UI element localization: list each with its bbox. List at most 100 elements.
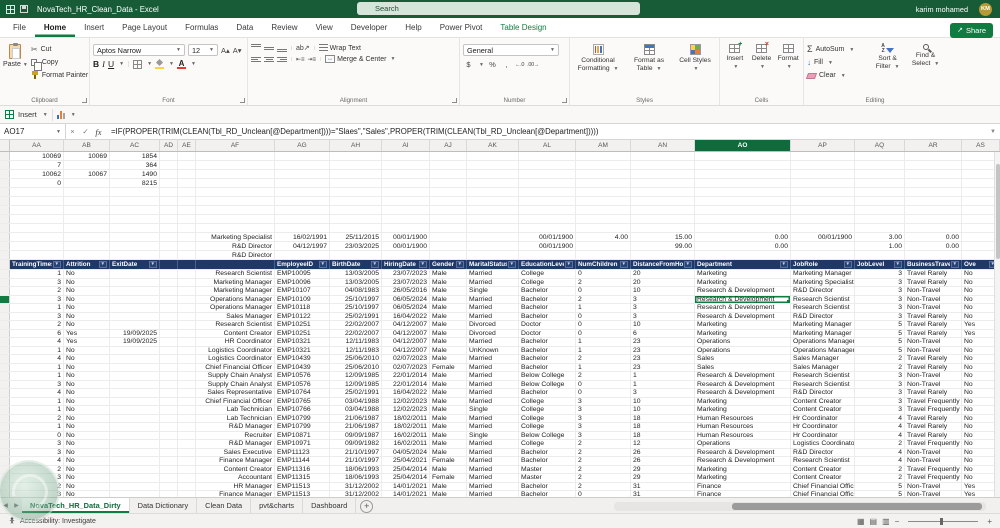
- align-left-icon[interactable]: [251, 55, 261, 63]
- ribbon-tab-insert[interactable]: Insert: [75, 18, 113, 37]
- cell[interactable]: Bachelor: [519, 364, 576, 372]
- filter-icon[interactable]: ▼: [419, 261, 427, 268]
- cell[interactable]: 21/06/1987: [330, 415, 382, 423]
- cell[interactable]: [576, 242, 631, 250]
- dialog-launcher-icon[interactable]: [82, 98, 87, 103]
- cell[interactable]: [467, 170, 519, 178]
- cell[interactable]: Marketing Manager: [196, 287, 275, 295]
- row-header[interactable]: [0, 152, 10, 160]
- cell[interactable]: [110, 415, 160, 423]
- cell[interactable]: 21/06/1987: [330, 423, 382, 431]
- cell[interactable]: [905, 152, 962, 160]
- cell[interactable]: [196, 170, 275, 178]
- cell[interactable]: [430, 179, 467, 187]
- cell[interactable]: [791, 170, 855, 178]
- cell[interactable]: 25/11/2015: [330, 233, 382, 241]
- row-header[interactable]: [0, 466, 10, 474]
- cell[interactable]: [64, 233, 110, 241]
- row-header[interactable]: [0, 260, 10, 269]
- cell[interactable]: [64, 224, 110, 232]
- cell[interactable]: Operations Manager: [196, 296, 275, 304]
- cell[interactable]: 31: [631, 483, 695, 491]
- cell[interactable]: [160, 449, 178, 457]
- cell[interactable]: 10: [631, 321, 695, 329]
- cell[interactable]: [178, 449, 196, 457]
- cell[interactable]: Research & Development: [695, 287, 791, 295]
- cell[interactable]: 1: [631, 372, 695, 380]
- cell[interactable]: Research & Development: [695, 449, 791, 457]
- cell[interactable]: Male: [430, 432, 467, 440]
- cell[interactable]: [178, 398, 196, 406]
- cell[interactable]: 0: [10, 432, 64, 440]
- cell[interactable]: 14/01/2021: [382, 483, 430, 491]
- chart-icon[interactable]: [57, 110, 65, 119]
- cell[interactable]: 2: [10, 287, 64, 295]
- qat-insert-button[interactable]: Insert: [18, 110, 37, 119]
- cell[interactable]: Travel Rarely: [905, 389, 962, 397]
- cell[interactable]: 3: [10, 296, 64, 304]
- ribbon-tab-developer[interactable]: Developer: [342, 18, 396, 37]
- align-center-icon[interactable]: [264, 55, 274, 63]
- cell[interactable]: Male: [430, 287, 467, 295]
- cell[interactable]: No: [64, 347, 110, 355]
- cell[interactable]: 09/09/1982: [330, 440, 382, 448]
- cell[interactable]: 21/10/1997: [330, 457, 382, 465]
- cell[interactable]: 3: [576, 415, 631, 423]
- cell[interactable]: [905, 161, 962, 169]
- cell[interactable]: [178, 206, 196, 214]
- dialog-launcher-icon[interactable]: [562, 98, 567, 103]
- cell[interactable]: [178, 224, 196, 232]
- cell[interactable]: [430, 161, 467, 169]
- cell[interactable]: 23: [631, 364, 695, 372]
- cell[interactable]: Married: [467, 296, 519, 304]
- cell[interactable]: [382, 224, 430, 232]
- cell[interactable]: Male: [430, 355, 467, 363]
- share-button[interactable]: ↗ Share: [950, 23, 993, 38]
- cell[interactable]: [178, 197, 196, 205]
- cell[interactable]: [430, 152, 467, 160]
- cell[interactable]: 3: [10, 381, 64, 389]
- cell[interactable]: [576, 224, 631, 232]
- cell[interactable]: 03/04/1988: [330, 398, 382, 406]
- cell-styles-button[interactable]: Cell Styles ▼: [675, 41, 715, 94]
- cell[interactable]: Married: [467, 338, 519, 346]
- cell[interactable]: Male: [430, 449, 467, 457]
- cell[interactable]: 1.00: [855, 242, 905, 250]
- column-header-AN[interactable]: AN: [631, 140, 695, 151]
- cell[interactable]: [178, 457, 196, 465]
- cell[interactable]: 00/01/1900: [519, 233, 576, 241]
- cell[interactable]: No: [64, 381, 110, 389]
- cell[interactable]: EMP10095: [275, 270, 330, 278]
- cell[interactable]: Married: [467, 372, 519, 380]
- column-header-AF[interactable]: AF: [196, 140, 275, 151]
- paste-button[interactable]: Paste▼: [3, 41, 28, 94]
- cell[interactable]: No: [64, 406, 110, 414]
- filter-icon[interactable]: ▼: [319, 261, 327, 268]
- cell[interactable]: [178, 215, 196, 223]
- cell[interactable]: [382, 170, 430, 178]
- cell[interactable]: 22/02/2007: [330, 321, 382, 329]
- cell[interactable]: No: [64, 321, 110, 329]
- cell[interactable]: No: [64, 279, 110, 287]
- cell[interactable]: [382, 179, 430, 187]
- cell[interactable]: Travel Rarely: [905, 423, 962, 431]
- align-bottom-icon[interactable]: [277, 44, 287, 52]
- cell[interactable]: Below College: [519, 372, 576, 380]
- cell[interactable]: 3: [576, 406, 631, 414]
- cell[interactable]: [178, 381, 196, 389]
- cell[interactable]: 02/07/2023: [382, 355, 430, 363]
- filter-icon[interactable]: ▼: [780, 261, 788, 268]
- cell[interactable]: 25/10/1997: [330, 304, 382, 312]
- cell[interactable]: [430, 206, 467, 214]
- cell[interactable]: Human Resources: [695, 432, 791, 440]
- cell[interactable]: Master: [519, 474, 576, 482]
- cell[interactable]: Female: [430, 457, 467, 465]
- sort-filter-button[interactable]: AZ Sort & Filter ▼: [870, 41, 905, 94]
- cell[interactable]: [905, 170, 962, 178]
- cell[interactable]: Travel Rarely: [905, 364, 962, 372]
- cell[interactable]: [467, 197, 519, 205]
- cell[interactable]: 06/05/2024: [382, 296, 430, 304]
- cell[interactable]: No: [64, 483, 110, 491]
- row-header[interactable]: [0, 483, 10, 491]
- cell[interactable]: 3: [10, 449, 64, 457]
